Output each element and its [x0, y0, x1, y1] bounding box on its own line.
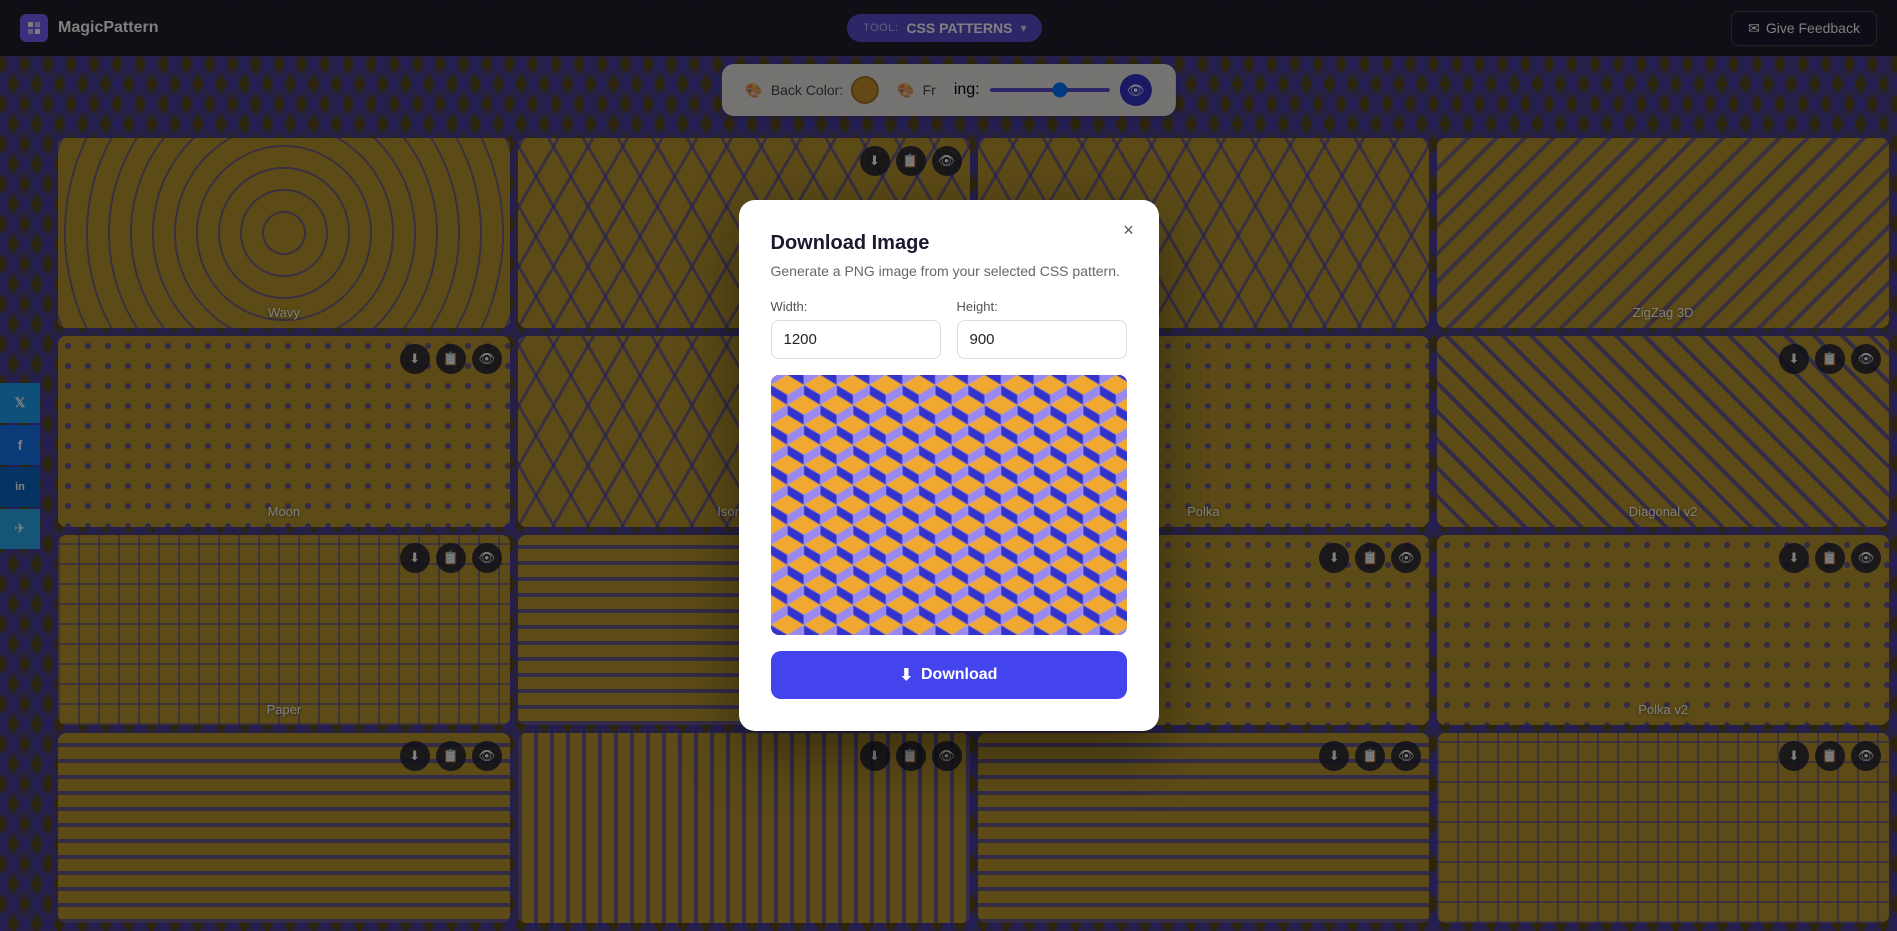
modal-title: Download Image	[771, 232, 1127, 255]
height-input[interactable]	[957, 320, 1127, 359]
height-field-group: Height:	[957, 299, 1127, 359]
pattern-preview: // We'll use CSS background instead	[771, 375, 1127, 635]
modal-overlay[interactable]: × Download Image Generate a PNG image fr…	[0, 0, 1897, 931]
modal-close-button[interactable]: ×	[1115, 216, 1143, 244]
download-button[interactable]: ⬇ Download	[771, 651, 1127, 699]
isometric-pattern-preview	[771, 375, 1127, 635]
width-field-group: Width:	[771, 299, 941, 359]
width-label: Width:	[771, 299, 941, 314]
download-modal: × Download Image Generate a PNG image fr…	[739, 200, 1159, 731]
modal-fields: Width: Height:	[771, 299, 1127, 359]
download-label: Download	[921, 666, 997, 684]
height-label: Height:	[957, 299, 1127, 314]
width-input[interactable]	[771, 320, 941, 359]
close-icon: ×	[1123, 220, 1134, 241]
download-icon: ⬇	[900, 665, 913, 685]
modal-subtitle: Generate a PNG image from your selected …	[771, 263, 1127, 279]
